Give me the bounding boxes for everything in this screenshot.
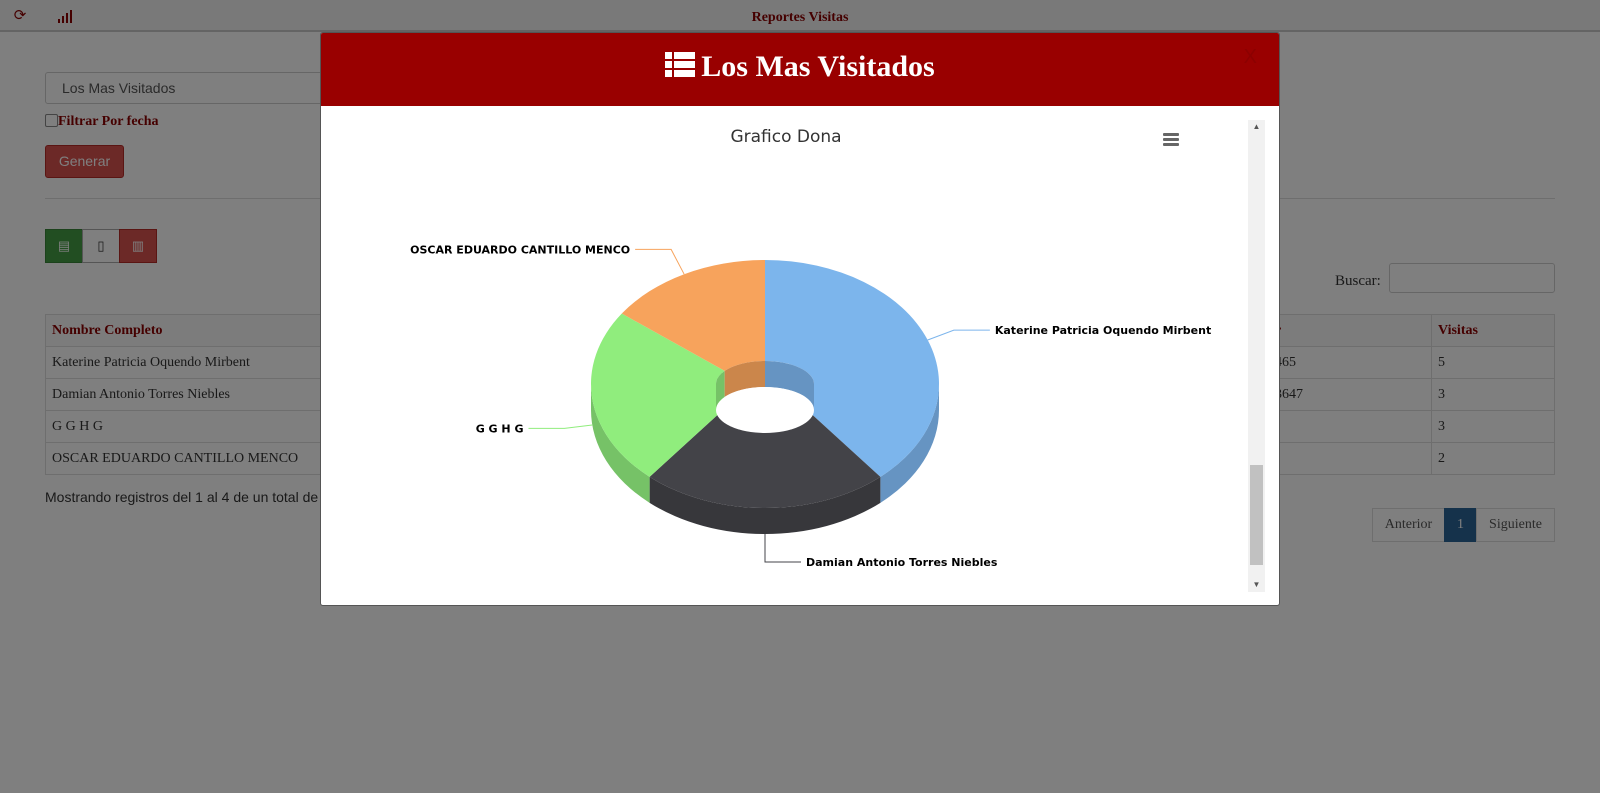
slice-label-2: G G H G	[476, 422, 524, 435]
modal-header: Los Mas Visitados X	[321, 33, 1279, 106]
label-connector-1	[764, 534, 801, 563]
list-icon	[665, 52, 696, 77]
slice-label-0: Katerine Patricia Oquendo Mirbent	[995, 324, 1211, 337]
scroll-thumb[interactable]	[1250, 465, 1263, 565]
close-button[interactable]: X	[1244, 46, 1257, 69]
donut-chart: Katerine Patricia Oquendo Mirbent Damian …	[410, 243, 1211, 569]
modal-title: Los Mas Visitados	[321, 50, 1279, 84]
label-connector-3	[635, 248, 685, 275]
slice-label-3: OSCAR EDUARDO CANTILLO MENCO	[410, 243, 630, 256]
modal-scrollbar[interactable]: ▲ ▼	[1248, 120, 1265, 592]
donut-hole	[716, 387, 814, 433]
label-connector-2	[528, 424, 593, 429]
scroll-down-arrow[interactable]: ▼	[1248, 578, 1265, 592]
chart-modal: Los Mas Visitados X Grafico Dona Katerin…	[320, 32, 1280, 606]
label-connector-0	[927, 329, 990, 341]
modal-title-text: Los Mas Visitados	[701, 50, 935, 83]
scroll-up-arrow[interactable]: ▲	[1248, 120, 1265, 134]
slice-label-1: Damian Antonio Torres Niebles	[806, 556, 998, 569]
